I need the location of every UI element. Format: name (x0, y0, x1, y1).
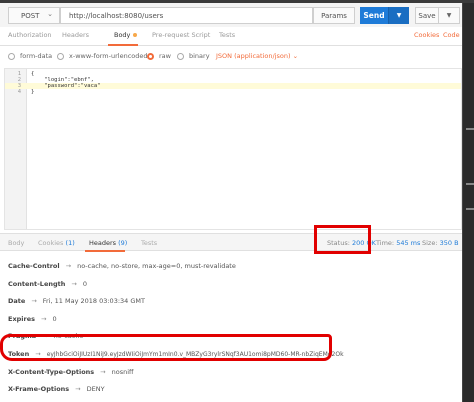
header-key: Content-Length (8, 280, 66, 288)
time-label: Time: (376, 239, 395, 247)
header-value: 0 (82, 280, 87, 288)
header-value: no-cache, no-store, max-age=0, must-reva… (77, 262, 236, 270)
radio-circle-icon (57, 52, 64, 60)
request-url-bar: POST ⌄ http://localhost:8080/users Param… (0, 3, 462, 27)
tab-tests[interactable]: Tests (219, 31, 235, 39)
header-value: DENY (86, 385, 105, 393)
time-value: 545 ms (396, 239, 421, 247)
arrow-right-icon: → (65, 262, 72, 270)
method-select[interactable]: POST ⌄ (8, 7, 60, 24)
header-row: Date → Fri, 11 May 2018 03:03:34 GMT (8, 297, 145, 305)
method-label: POST (21, 11, 40, 20)
tab-body[interactable]: Body (114, 31, 138, 39)
panel-mark (466, 128, 474, 130)
header-key: Expires (8, 315, 35, 323)
token-highlight-annotation (0, 334, 332, 361)
save-dropdown-button[interactable]: ▼ (439, 7, 460, 24)
editor-line: 4 } (5, 89, 461, 95)
response-tab-body[interactable]: Body (8, 239, 24, 247)
radio-binary[interactable]: binary (177, 52, 210, 60)
arrow-right-icon: → (31, 297, 37, 305)
radio-form-data[interactable]: form-data (8, 52, 52, 60)
active-response-tab-indicator (85, 250, 125, 252)
header-key: X-Frame-Options (8, 385, 70, 393)
size-readout: Size: 350 B (422, 239, 459, 247)
response-tab-cookies-label: Cookies (38, 239, 64, 247)
content-type-label: JSON (application/json) (216, 52, 291, 60)
active-tab-indicator (108, 44, 138, 46)
side-panel (462, 3, 474, 402)
body-type-selector: form-data x-www-form-urlencoded raw bina… (0, 49, 462, 65)
radio-circle-icon (8, 52, 15, 60)
header-key: X-Content-Type-Options (8, 368, 95, 376)
chevron-down-icon: ⌄ (292, 52, 299, 60)
status-highlight-annotation (314, 225, 371, 254)
chevron-down-icon: ▼ (396, 12, 402, 19)
response-tab-cookies[interactable]: Cookies (1) (38, 239, 75, 247)
tab-headers[interactable]: Headers (62, 31, 89, 39)
response-tab-tests[interactable]: Tests (141, 239, 157, 247)
code-link[interactable]: Code (443, 31, 460, 39)
panel-mark (466, 183, 474, 185)
size-label: Size: (422, 239, 438, 247)
radio-urlencoded[interactable]: x-www-form-urlencoded (57, 52, 148, 60)
panel-mark (466, 208, 474, 210)
radio-selected-icon (147, 52, 154, 60)
header-row: Expires → 0 (8, 315, 57, 323)
header-row: X-Content-Type-Options → nosniff (8, 368, 134, 376)
radio-form-data-label: form-data (20, 52, 53, 60)
line-text: } (31, 89, 35, 95)
header-value: 0 (52, 315, 57, 323)
radio-raw-label: raw (159, 52, 171, 60)
arrow-right-icon: → (41, 315, 47, 323)
tab-pre-request-script[interactable]: Pre-request Script (152, 31, 210, 39)
body-editor[interactable]: 1 { 2 "login":"ebnf", 3 "password":"vaca… (4, 68, 462, 230)
header-row: X-Frame-Options → DENY (8, 385, 105, 393)
header-row: Content-Length → 0 (8, 280, 87, 288)
url-input[interactable]: http://localhost:8080/users (60, 7, 313, 24)
headers-count: (9) (118, 239, 128, 247)
header-key: Cache-Control (8, 262, 60, 270)
send-button[interactable]: Send (360, 7, 388, 24)
content-type-select[interactable]: JSON (application/json) ⌄ (216, 52, 298, 60)
header-row: Cache-Control → no-cache, no-store, max-ag… (8, 262, 236, 270)
radio-binary-label: binary (189, 52, 210, 60)
time-readout: Time: 545 ms (376, 239, 420, 247)
response-tab-bar: Body Cookies (1) Headers (9) Tests Statu… (0, 233, 462, 252)
radio-circle-icon (177, 52, 184, 60)
header-value: Fri, 11 May 2018 03:03:34 GMT (42, 297, 145, 305)
chevron-down-icon: ▼ (446, 12, 452, 19)
tab-body-label: Body (114, 31, 131, 39)
radio-raw[interactable]: raw (147, 52, 171, 60)
cookies-link[interactable]: Cookies (414, 31, 439, 39)
send-dropdown-button[interactable]: ▼ (388, 7, 409, 24)
radio-urlencoded-label: x-www-form-urlencoded (69, 52, 148, 60)
response-tab-headers[interactable]: Headers (9) (89, 239, 127, 247)
response-tab-headers-label: Headers (89, 239, 117, 247)
request-tabs: Authorization Headers Body Pre-request S… (0, 29, 462, 46)
line-number: 4 (17, 89, 21, 95)
header-value: nosniff (111, 368, 134, 376)
params-button[interactable]: Params (313, 7, 355, 24)
save-button[interactable]: Save (415, 7, 439, 24)
size-value: 350 B (439, 239, 459, 247)
arrow-right-icon: → (71, 280, 77, 288)
arrow-right-icon: → (75, 385, 81, 393)
active-dot-icon (133, 33, 138, 37)
cookies-count: (1) (65, 239, 75, 247)
header-key: Date (8, 297, 26, 305)
arrow-right-icon: → (100, 368, 106, 376)
tab-authorization[interactable]: Authorization (8, 31, 52, 39)
chevron-down-icon: ⌄ (47, 10, 53, 18)
